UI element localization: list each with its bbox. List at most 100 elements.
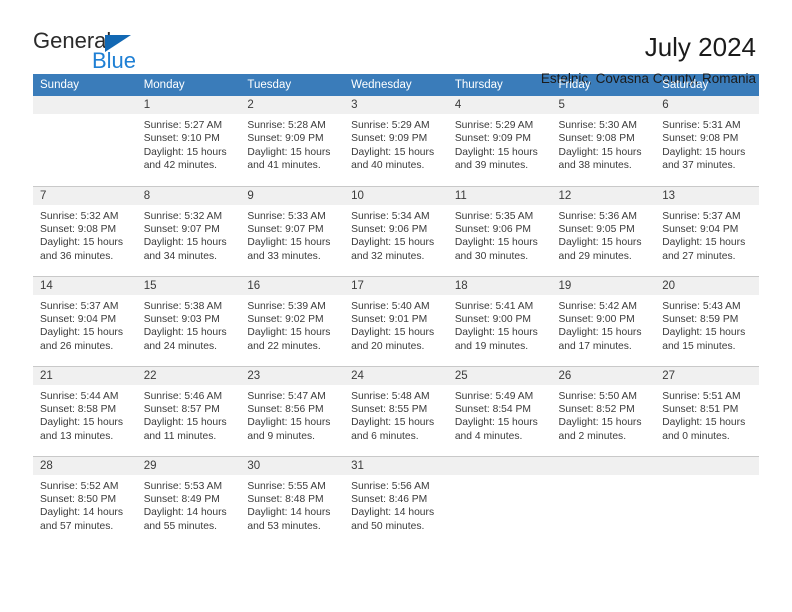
calendar-day-cell[interactable]: 24 Sunrise: 5:48 AM Sunset: 8:55 PM Dayligh…	[344, 365, 448, 456]
day-info-line: and 13 minutes.	[40, 430, 114, 442]
day-sun-info	[655, 475, 759, 480]
day-info-line: Daylight: 15 hours	[351, 327, 435, 339]
day-info-line: Daylight: 15 hours	[143, 146, 227, 158]
calendar-day-cell-empty	[447, 455, 552, 546]
calendar-week-row: 1 Sunrise: 5:27 AM Sunset: 9:10 PM Daylight…	[33, 96, 759, 186]
day-number: 7	[33, 186, 137, 205]
calendar-day-cell[interactable]: 3 Sunrise: 5:29 AM Sunset: 9:09 PM Daylight…	[344, 96, 448, 186]
day-number: 6	[655, 96, 759, 114]
day-number: 19	[551, 276, 656, 295]
day-info-line: Sunrise: 5:30 AM	[558, 120, 637, 131]
day-info-line: Sunrise: 5:44 AM	[40, 390, 119, 402]
calendar-day-cell[interactable]: 10 Sunrise: 5:34 AM Sunset: 9:06 PM Dayligh…	[344, 185, 448, 276]
day-sun-info: Sunrise: 5:30 AM Sunset: 9:08 PM Daylight:…	[552, 114, 656, 173]
calendar-day-cell[interactable]: 9 Sunrise: 5:33 AM Sunset: 9:07 PM Daylight…	[240, 185, 345, 276]
day-sun-info: Sunrise: 5:49 AM Sunset: 8:54 PM Daylight:…	[448, 385, 552, 444]
day-info-line: and 50 minutes.	[351, 520, 425, 532]
calendar-day-cell[interactable]: 22 Sunrise: 5:46 AM Sunset: 8:57 PM Dayligh…	[136, 365, 241, 456]
calendar-day-cell[interactable]: 16 Sunrise: 5:39 AM Sunset: 9:02 PM Dayligh…	[240, 275, 345, 366]
calendar-wrapper: Sunday Monday Tuesday Wednesday Thursday Frid…	[0, 74, 792, 546]
day-info-line: Sunset: 8:46 PM	[351, 493, 428, 505]
day-info-line: Sunrise: 5:32 AM	[40, 210, 119, 222]
calendar-day-cell[interactable]: 14 Sunrise: 5:37 AM Sunset: 9:04 PM Dayligh…	[33, 275, 137, 366]
day-number: 20	[655, 276, 759, 295]
calendar-day-cell[interactable]: 20 Sunrise: 5:43 AM Sunset: 8:59 PM Dayligh…	[655, 275, 759, 366]
calendar-day-cell[interactable]: 21 Sunrise: 5:44 AM Sunset: 8:58 PM Dayligh…	[33, 365, 137, 456]
day-number: 8	[136, 186, 241, 205]
calendar-day-cell[interactable]: 1 Sunrise: 5:27 AM Sunset: 9:10 PM Daylight…	[136, 96, 241, 186]
calendar-day-cell[interactable]: 27 Sunrise: 5:51 AM Sunset: 8:51 PM Dayligh…	[655, 365, 759, 456]
day-info-line: Sunset: 9:08 PM	[662, 133, 739, 145]
calendar-day-cell[interactable]: 15 Sunrise: 5:38 AM Sunset: 9:03 PM Dayligh…	[136, 275, 241, 366]
day-number: 21	[33, 366, 137, 385]
day-sun-info: Sunrise: 5:44 AM Sunset: 8:58 PM Daylight:…	[33, 385, 137, 444]
calendar-day-cell[interactable]: 4 Sunrise: 5:29 AM Sunset: 9:09 PM Daylight…	[447, 96, 552, 186]
calendar-table: Sunday Monday Tuesday Wednesday Thursday Frid…	[33, 74, 759, 546]
calendar-day-cell[interactable]: 29 Sunrise: 5:53 AM Sunset: 8:49 PM Dayligh…	[136, 455, 241, 546]
day-info-line: Daylight: 15 hours	[662, 146, 746, 158]
day-sun-info: Sunrise: 5:50 AM Sunset: 8:52 PM Daylight:…	[552, 385, 656, 444]
calendar-day-cell[interactable]: 19 Sunrise: 5:42 AM Sunset: 9:00 PM Dayligh…	[551, 275, 656, 366]
calendar-day-cell[interactable]: 6 Sunrise: 5:31 AM Sunset: 9:08 PM Daylight…	[655, 96, 759, 186]
day-info-line: and 53 minutes.	[247, 520, 321, 532]
day-info-line: Daylight: 15 hours	[40, 237, 123, 249]
calendar-day-cell[interactable]: 18 Sunrise: 5:41 AM Sunset: 9:00 PM Dayligh…	[447, 275, 552, 366]
day-info-line: Sunrise: 5:49 AM	[454, 390, 534, 402]
day-number: 26	[551, 366, 656, 385]
calendar-day-cell[interactable]: 30 Sunrise: 5:55 AM Sunset: 8:48 PM Dayligh…	[240, 455, 345, 546]
calendar-day-cell[interactable]: 31 Sunrise: 5:56 AM Sunset: 8:46 PM Dayligh…	[344, 455, 448, 546]
day-sun-info: Sunrise: 5:52 AM Sunset: 8:50 PM Daylight:…	[33, 475, 137, 534]
day-info-line: Sunset: 8:55 PM	[351, 403, 428, 415]
day-info-line: Daylight: 15 hours	[40, 327, 123, 339]
day-info-line: Sunset: 9:04 PM	[40, 313, 117, 325]
calendar-day-cell[interactable]: 7 Sunrise: 5:32 AM Sunset: 9:08 PM Daylight…	[33, 185, 137, 276]
calendar-day-cell[interactable]: 25 Sunrise: 5:49 AM Sunset: 8:54 PM Dayligh…	[447, 365, 552, 456]
day-info-line: Sunset: 9:07 PM	[143, 223, 220, 235]
day-info-line: Sunset: 9:01 PM	[351, 313, 428, 325]
day-info-line: Sunrise: 5:29 AM	[351, 120, 430, 131]
day-info-line: Daylight: 15 hours	[143, 237, 227, 249]
calendar-day-cell[interactable]: 26 Sunrise: 5:50 AM Sunset: 8:52 PM Dayligh…	[551, 365, 656, 456]
day-info-line: Sunrise: 5:28 AM	[247, 120, 326, 131]
day-info-line: and 38 minutes.	[558, 160, 632, 172]
calendar-day-cell[interactable]: 17 Sunrise: 5:40 AM Sunset: 9:01 PM Dayligh…	[344, 275, 448, 366]
day-number: 15	[136, 276, 241, 295]
day-number: 25	[447, 366, 552, 385]
day-info-line: and 27 minutes.	[662, 250, 736, 262]
day-sun-info: Sunrise: 5:48 AM Sunset: 8:55 PM Daylight:…	[344, 385, 448, 444]
calendar-page: General Blue July 2024 Estelnic, Covasna…	[0, 0, 792, 612]
day-info-line: and 29 minutes.	[558, 250, 632, 262]
day-info-line: Daylight: 15 hours	[247, 327, 331, 339]
calendar-day-cell[interactable]: 23 Sunrise: 5:47 AM Sunset: 8:56 PM Dayligh…	[240, 365, 345, 456]
calendar-day-cell[interactable]: 8 Sunrise: 5:32 AM Sunset: 9:07 PM Daylight…	[136, 185, 241, 276]
day-number: 16	[240, 276, 345, 295]
day-info-line: Sunset: 9:03 PM	[143, 313, 220, 325]
calendar-day-cell[interactable]: 5 Sunrise: 5:30 AM Sunset: 9:08 PM Daylight…	[551, 96, 656, 186]
day-info-line: Daylight: 14 hours	[40, 507, 123, 519]
weekday-header-wednesday: Wednesday	[344, 74, 448, 96]
calendar-week-row: 28 Sunrise: 5:52 AM Sunset: 8:50 PM Dayligh…	[33, 455, 759, 546]
day-info-line: and 34 minutes.	[143, 250, 217, 262]
day-info-line: Sunset: 9:00 PM	[558, 313, 635, 325]
calendar-day-cell[interactable]: 12 Sunrise: 5:36 AM Sunset: 9:05 PM Dayligh…	[551, 185, 656, 276]
day-sun-info	[552, 475, 656, 480]
day-info-line: and 20 minutes.	[351, 340, 425, 352]
day-info-line: Sunrise: 5:31 AM	[662, 120, 741, 131]
calendar-day-cell[interactable]: 11 Sunrise: 5:35 AM Sunset: 9:06 PM Dayligh…	[447, 185, 552, 276]
day-info-line: Daylight: 15 hours	[558, 327, 642, 339]
day-info-line: Sunrise: 5:34 AM	[351, 210, 430, 222]
day-info-line: and 30 minutes.	[454, 250, 529, 262]
day-info-line: Sunset: 8:56 PM	[247, 403, 324, 415]
day-info-line: and 41 minutes.	[247, 160, 321, 172]
calendar-day-cell[interactable]: 2 Sunrise: 5:28 AM Sunset: 9:09 PM Daylight…	[240, 96, 345, 186]
day-info-line: Sunset: 9:02 PM	[247, 313, 324, 325]
calendar-day-cell[interactable]: 28 Sunrise: 5:52 AM Sunset: 8:50 PM Dayligh…	[33, 455, 137, 546]
day-info-line: Daylight: 15 hours	[454, 417, 538, 429]
calendar-day-cell[interactable]: 13 Sunrise: 5:37 AM Sunset: 9:04 PM Dayligh…	[655, 185, 759, 276]
day-sun-info: Sunrise: 5:37 AM Sunset: 9:04 PM Daylight:…	[33, 295, 137, 354]
day-info-line: Daylight: 15 hours	[662, 417, 746, 429]
day-info-line: Sunset: 8:59 PM	[662, 313, 739, 325]
day-sun-info: Sunrise: 5:55 AM Sunset: 8:48 PM Daylight:…	[240, 475, 344, 534]
day-info-line: Sunset: 8:48 PM	[247, 493, 324, 505]
day-number: 24	[344, 366, 448, 385]
